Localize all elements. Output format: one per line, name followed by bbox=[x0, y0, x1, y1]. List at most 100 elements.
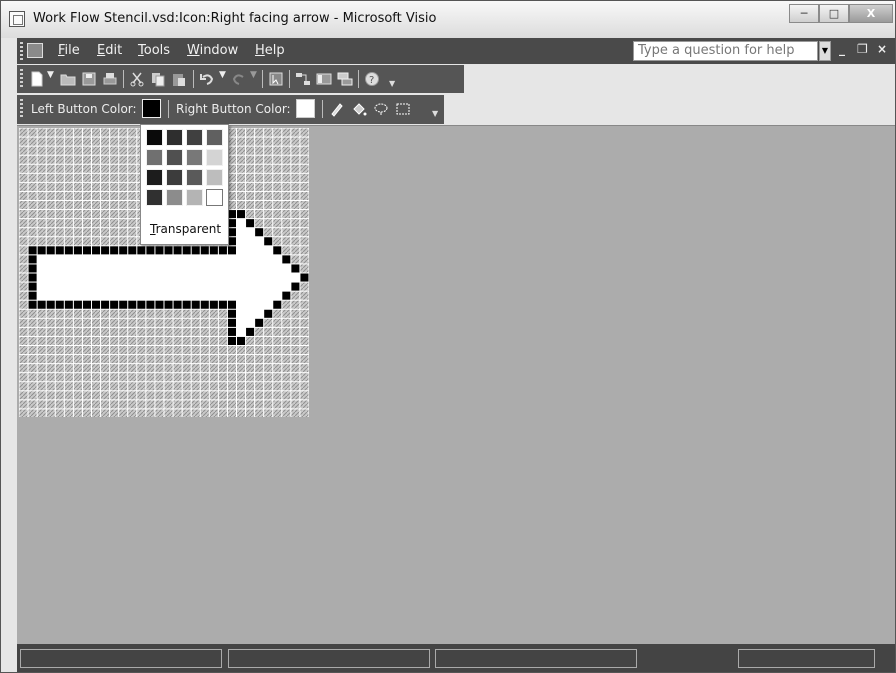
icon-pixel[interactable] bbox=[92, 300, 101, 309]
icon-pixel[interactable] bbox=[227, 364, 236, 373]
icon-pixel[interactable] bbox=[282, 201, 291, 210]
icon-pixel[interactable] bbox=[237, 364, 246, 373]
icon-pixel[interactable] bbox=[227, 391, 236, 400]
icon-pixel[interactable] bbox=[128, 364, 137, 373]
icon-pixel[interactable] bbox=[182, 282, 192, 292]
fill-bucket-icon[interactable] bbox=[351, 101, 367, 117]
icon-pixel[interactable] bbox=[291, 355, 300, 364]
icon-pixel[interactable] bbox=[246, 382, 255, 391]
icon-pixel[interactable] bbox=[82, 191, 91, 200]
icon-pixel[interactable] bbox=[237, 373, 246, 382]
icon-pixel[interactable] bbox=[137, 282, 147, 292]
icon-pixel[interactable] bbox=[237, 191, 246, 200]
icon-pixel[interactable] bbox=[218, 264, 228, 274]
icon-pixel[interactable] bbox=[55, 364, 64, 373]
icon-pixel[interactable] bbox=[128, 173, 137, 182]
color-swatch[interactable] bbox=[146, 149, 163, 166]
icon-pixel[interactable] bbox=[264, 191, 273, 200]
icon-pixel[interactable] bbox=[146, 318, 155, 327]
icon-pixel[interactable] bbox=[164, 400, 173, 409]
icon-pixel[interactable] bbox=[191, 273, 201, 283]
icon-pixel[interactable] bbox=[19, 373, 28, 382]
icon-pixel[interactable] bbox=[28, 146, 37, 155]
icon-pixel[interactable] bbox=[227, 210, 236, 219]
icon-pixel[interactable] bbox=[227, 409, 236, 417]
icon-pixel[interactable] bbox=[55, 155, 64, 164]
icon-pixel[interactable] bbox=[128, 273, 138, 283]
icon-pixel[interactable] bbox=[137, 391, 146, 400]
icon-pixel[interactable] bbox=[291, 382, 300, 391]
icon-pixel[interactable] bbox=[155, 291, 165, 301]
icon-pixel[interactable] bbox=[46, 228, 55, 237]
icon-pixel[interactable] bbox=[55, 228, 64, 237]
icon-pixel[interactable] bbox=[164, 346, 173, 355]
icon-pixel[interactable] bbox=[37, 237, 46, 246]
icon-pixel[interactable] bbox=[46, 382, 55, 391]
icon-pixel[interactable] bbox=[300, 355, 309, 364]
icon-pixel[interactable] bbox=[128, 282, 138, 292]
icon-pixel[interactable] bbox=[37, 228, 46, 237]
icon-pixel[interactable] bbox=[37, 336, 46, 345]
icon-pixel[interactable] bbox=[182, 346, 191, 355]
icon-pixel[interactable] bbox=[255, 309, 265, 319]
icon-pixel[interactable] bbox=[92, 155, 101, 164]
icon-pixel[interactable] bbox=[146, 273, 156, 283]
icon-pixel[interactable] bbox=[282, 191, 291, 200]
icon-pixel[interactable] bbox=[19, 409, 28, 417]
icon-pixel[interactable] bbox=[237, 318, 247, 328]
icon-pixel[interactable] bbox=[200, 309, 209, 318]
icon-pixel[interactable] bbox=[137, 327, 146, 336]
icon-pixel[interactable] bbox=[146, 300, 155, 309]
icon-pixel[interactable] bbox=[128, 373, 137, 382]
icon-pixel[interactable] bbox=[73, 291, 83, 301]
icon-pixel[interactable] bbox=[128, 219, 137, 228]
icon-pixel[interactable] bbox=[119, 182, 128, 191]
icon-pixel[interactable] bbox=[173, 409, 182, 417]
icon-pixel[interactable] bbox=[182, 273, 192, 283]
icon-pixel[interactable] bbox=[137, 273, 147, 283]
icon-pixel[interactable] bbox=[255, 327, 264, 336]
icon-pixel[interactable] bbox=[255, 300, 265, 310]
icon-pixel[interactable] bbox=[128, 327, 137, 336]
icon-pixel[interactable] bbox=[291, 318, 300, 327]
minimize-button[interactable]: ─ bbox=[789, 4, 819, 23]
icon-pixel[interactable] bbox=[101, 273, 111, 283]
icon-pixel[interactable] bbox=[28, 291, 37, 300]
icon-pixel[interactable] bbox=[55, 400, 64, 409]
icon-pixel[interactable] bbox=[92, 364, 101, 373]
icon-pixel[interactable] bbox=[137, 300, 146, 309]
pointer-icon[interactable] bbox=[268, 71, 284, 87]
toolbar-options-icon[interactable]: ▼ bbox=[432, 109, 440, 118]
icon-pixel[interactable] bbox=[28, 273, 37, 282]
icon-pixel[interactable] bbox=[110, 364, 119, 373]
icon-pixel[interactable] bbox=[164, 336, 173, 345]
shapes-window-icon[interactable] bbox=[316, 71, 332, 87]
icon-pixel[interactable] bbox=[46, 237, 55, 246]
icon-pixel[interactable] bbox=[28, 355, 37, 364]
icon-pixel[interactable] bbox=[119, 237, 128, 246]
icon-pixel[interactable] bbox=[273, 355, 282, 364]
icon-pixel[interactable] bbox=[237, 264, 247, 274]
icon-pixel[interactable] bbox=[28, 137, 37, 146]
icon-pixel[interactable] bbox=[19, 327, 28, 336]
icon-pixel[interactable] bbox=[19, 391, 28, 400]
save-icon[interactable] bbox=[81, 71, 97, 87]
icon-pixel[interactable] bbox=[101, 264, 111, 274]
color-swatch[interactable] bbox=[146, 129, 163, 146]
color-swatch[interactable] bbox=[186, 149, 203, 166]
icon-pixel[interactable] bbox=[227, 201, 236, 210]
icon-pixel[interactable] bbox=[28, 327, 37, 336]
icon-pixel[interactable] bbox=[246, 182, 255, 191]
icon-pixel[interactable] bbox=[164, 291, 174, 301]
icon-pixel[interactable] bbox=[92, 201, 101, 210]
icon-pixel[interactable] bbox=[137, 409, 146, 417]
icon-pixel[interactable] bbox=[182, 300, 191, 309]
icon-pixel[interactable] bbox=[264, 182, 273, 191]
icon-pixel[interactable] bbox=[19, 282, 28, 291]
icon-pixel[interactable] bbox=[264, 355, 273, 364]
icon-pixel[interactable] bbox=[37, 273, 47, 283]
icon-pixel[interactable] bbox=[182, 309, 191, 318]
icon-pixel[interactable] bbox=[200, 273, 210, 283]
icon-pixel[interactable] bbox=[92, 400, 101, 409]
color-swatch[interactable] bbox=[166, 169, 183, 186]
